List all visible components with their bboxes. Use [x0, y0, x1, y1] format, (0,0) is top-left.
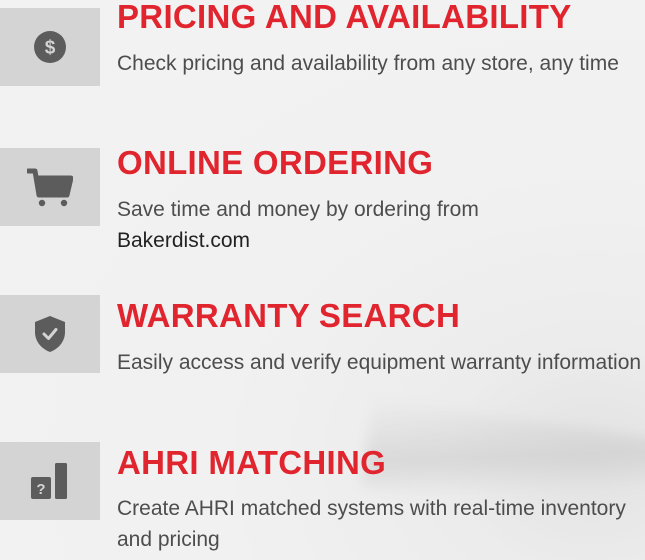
feature-description-text: Save time and money by ordering from [117, 198, 479, 221]
feature-warranty-search: WARRANTY SEARCH Easily access and verify… [0, 293, 645, 413]
feature-title: AHRI MATCHING [117, 444, 387, 481]
feature-title: ONLINE ORDERING [117, 144, 434, 181]
icon-tile [0, 295, 100, 373]
feature-title: WARRANTY SEARCH [117, 297, 461, 334]
svg-text:?: ? [36, 481, 45, 498]
cart-icon [27, 168, 73, 207]
feature-online-ordering: ONLINE ORDERING Save time and money by o… [0, 144, 645, 266]
svg-text:$: $ [45, 38, 56, 59]
icon-tile: ? [0, 442, 100, 520]
features-panel: $ PRICING AND AVAILABILITY Check pricing… [0, 0, 645, 560]
icon-tile [0, 148, 100, 226]
feature-pricing-availability: $ PRICING AND AVAILABILITY Check pricing… [0, 0, 645, 120]
feature-ahri-matching: ? AHRI MATCHING Create AHRI matched syst… [0, 438, 645, 558]
shield-check-icon [35, 316, 65, 352]
dollar-icon: $ [34, 31, 66, 63]
feature-title: PRICING AND AVAILABILITY [117, 0, 572, 35]
feature-description: Easily access and verify equipment warra… [117, 351, 642, 374]
feature-description: Create AHRI matched systems with real-ti… [117, 497, 626, 551]
matching-chart-icon: ? [31, 463, 67, 499]
feature-description: Check pricing and availability from any … [117, 52, 619, 75]
bakerdist-link[interactable]: Bakerdist.com [117, 229, 250, 252]
feature-description: Save time and money by ordering from Bak… [117, 194, 645, 256]
icon-tile: $ [0, 8, 100, 86]
